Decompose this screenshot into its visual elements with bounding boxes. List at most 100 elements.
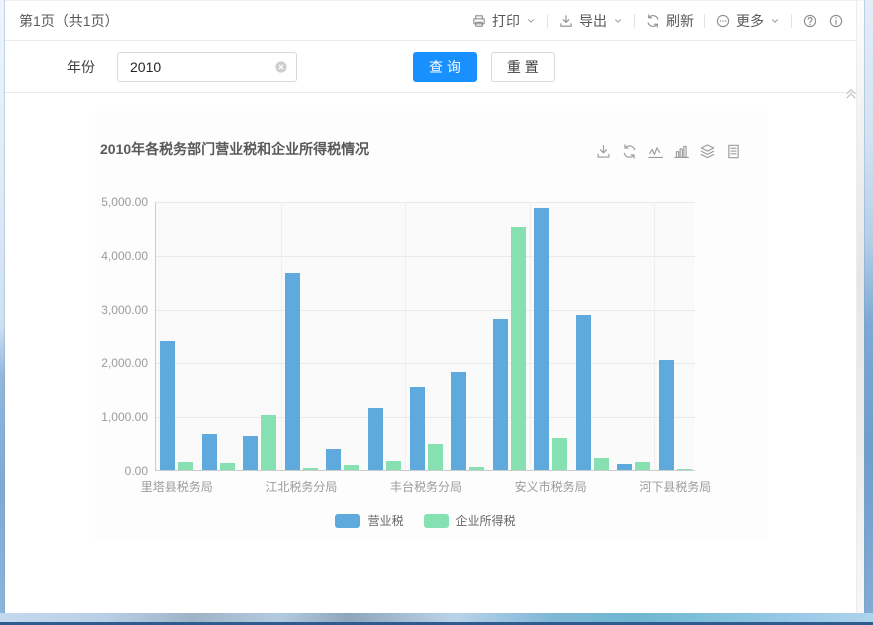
x-axis-tick-label: 丰台税务分局 <box>366 478 486 495</box>
y-axis-tick-label: 0.00 <box>84 464 148 478</box>
stack-icon[interactable] <box>699 143 716 160</box>
bar-营业税-8[interactable] <box>493 319 508 470</box>
chart-title: 2010年各税务部门营业税和企业所得税情况 <box>100 139 369 159</box>
bar-营业税-9[interactable] <box>534 208 549 470</box>
refresh-label: 刷新 <box>666 11 694 31</box>
scrollbar-track[interactable] <box>856 1 864 613</box>
bar-企业所得税-11[interactable] <box>635 462 650 470</box>
export-button[interactable]: 导出 <box>558 11 624 31</box>
chart-card: 2010年各税务部门营业税和企业所得税情况 0.001,000.002,000.… <box>95 111 767 541</box>
bar-营业税-6[interactable] <box>410 387 425 470</box>
y-axis-tick-label: 2,000.00 <box>84 356 148 370</box>
gridline <box>156 417 695 418</box>
bar-企业所得税-10[interactable] <box>594 458 609 470</box>
bar-企业所得税-3[interactable] <box>303 468 318 470</box>
year-input-field[interactable] <box>128 58 270 76</box>
help-button[interactable] <box>802 13 818 29</box>
question-circle-icon <box>802 13 818 29</box>
legend-swatch <box>424 514 449 528</box>
page-indicator: 第1页（共1页） <box>19 11 119 31</box>
save-image-icon[interactable] <box>595 143 612 160</box>
gridline <box>156 310 695 311</box>
x-axis-tick-label: 安义市税务局 <box>491 478 611 495</box>
gridline <box>156 363 695 364</box>
bar-营业税-10[interactable] <box>576 315 591 470</box>
download-icon <box>558 13 574 29</box>
legend-swatch <box>335 514 360 528</box>
bar-企业所得税-9[interactable] <box>552 438 567 470</box>
line-chart-icon[interactable] <box>647 143 664 160</box>
bar-企业所得税-2[interactable] <box>261 415 276 470</box>
print-button[interactable]: 打印 <box>471 11 537 31</box>
bar-企业所得税-4[interactable] <box>344 465 359 470</box>
filter-bar: 年份 查 询 重 置 <box>5 41 864 93</box>
bar-营业税-3[interactable] <box>285 273 300 470</box>
toolbar: 打印 导出 刷新 更多 <box>471 11 844 31</box>
bar-企业所得税-12[interactable] <box>677 469 692 470</box>
print-label: 打印 <box>492 11 520 31</box>
gridline-vertical <box>654 202 655 470</box>
gridline-vertical <box>530 202 531 470</box>
window-border-left <box>0 0 5 625</box>
refresh-icon <box>645 13 661 29</box>
toolbar-divider <box>547 14 548 28</box>
y-axis-tick-label: 5,000.00 <box>84 195 148 209</box>
chevron-down-icon <box>525 15 537 27</box>
toolbar-divider <box>704 14 705 28</box>
legend-label: 营业税 <box>367 512 403 529</box>
app-content: 第1页（共1页） 打印 导出 刷新 更多 年份 查 询 重 置 2010年各税务部门营… <box>5 0 864 613</box>
bar-营业税-12[interactable] <box>659 360 674 470</box>
x-axis-tick-label: 江北税务分局 <box>241 478 361 495</box>
window-border-right <box>864 0 873 625</box>
y-axis-tick-label: 4,000.00 <box>84 249 148 263</box>
gridline <box>156 256 695 257</box>
bar-企业所得税-0[interactable] <box>178 462 193 470</box>
legend-label: 企业所得税 <box>456 512 516 529</box>
gridline-vertical <box>405 202 406 470</box>
printer-icon <box>471 13 487 29</box>
bar-营业税-0[interactable] <box>160 341 175 470</box>
bar-企业所得税-5[interactable] <box>386 461 401 470</box>
bar-企业所得税-6[interactable] <box>428 444 443 470</box>
bar-营业税-7[interactable] <box>451 372 466 470</box>
restore-icon[interactable] <box>621 143 638 160</box>
chart-legend: 营业税 企业所得税 <box>156 512 695 529</box>
window-border-bottom <box>0 613 873 625</box>
bar-企业所得税-8[interactable] <box>511 227 526 470</box>
info-button[interactable] <box>828 13 844 29</box>
export-label: 导出 <box>579 11 607 31</box>
bar-营业税-11[interactable] <box>617 464 632 470</box>
ellipsis-circle-icon <box>715 13 731 29</box>
gridline <box>156 202 695 203</box>
report-body: 2010年各税务部门营业税和企业所得税情况 0.00 1,000.00 2,000.… <box>5 93 864 613</box>
more-label: 更多 <box>736 11 764 31</box>
gridline-vertical <box>281 202 282 470</box>
bar-chart-icon[interactable] <box>673 143 690 160</box>
y-axis-tick-label: 3,000.00 <box>84 303 148 317</box>
legend-item-企业所得税[interactable]: 企业所得税 <box>424 512 516 529</box>
refresh-button[interactable]: 刷新 <box>645 11 694 31</box>
bar-营业税-5[interactable] <box>368 408 383 470</box>
year-label: 年份 <box>67 57 95 77</box>
bar-营业税-1[interactable] <box>202 434 217 470</box>
chart-toolbox <box>595 143 742 160</box>
reset-button[interactable]: 重 置 <box>491 52 555 82</box>
chevron-down-icon <box>612 15 624 27</box>
bar-营业税-2[interactable] <box>243 436 258 470</box>
x-axis-tick-label: 河下县税务局 <box>615 478 735 495</box>
bar-营业税-4[interactable] <box>326 449 341 470</box>
window: 第1页（共1页） 打印 导出 刷新 更多 年份 查 询 重 置 2010年各税务部门营… <box>0 0 873 625</box>
header-bar: 第1页（共1页） 打印 导出 刷新 更多 <box>5 1 864 41</box>
clear-icon[interactable] <box>274 60 288 74</box>
x-axis-tick-label: 里塔县税务局 <box>117 478 237 495</box>
year-input[interactable] <box>117 52 297 82</box>
query-button[interactable]: 查 询 <box>413 52 477 82</box>
bar-企业所得税-1[interactable] <box>220 463 235 470</box>
chevron-down-icon <box>769 15 781 27</box>
data-view-icon[interactable] <box>725 143 742 160</box>
more-button[interactable]: 更多 <box>715 11 781 31</box>
bar-企业所得税-7[interactable] <box>469 467 484 470</box>
y-axis-tick-label: 1,000.00 <box>84 410 148 424</box>
info-circle-icon <box>828 13 844 29</box>
legend-item-营业税[interactable]: 营业税 <box>335 512 403 529</box>
